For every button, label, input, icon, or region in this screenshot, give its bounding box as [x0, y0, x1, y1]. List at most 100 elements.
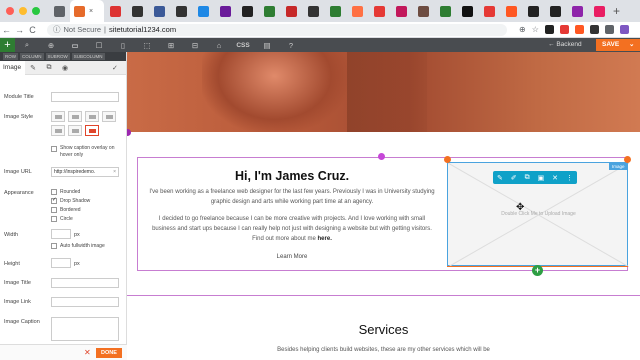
- desktop-view-icon[interactable]: ▭: [63, 41, 87, 50]
- search-icon[interactable]: ⌕: [15, 40, 39, 50]
- circle-checkbox[interactable]: [51, 216, 57, 222]
- style-option-3[interactable]: [85, 111, 99, 122]
- browser-tab[interactable]: [588, 0, 610, 22]
- module-title-input[interactable]: [51, 92, 119, 102]
- rounded-checkbox[interactable]: [51, 189, 57, 195]
- browser-tab[interactable]: [324, 0, 346, 22]
- breadcrumb-subcolumn[interactable]: SUBCOLUMN: [71, 53, 105, 60]
- edit-icon[interactable]: ✎: [497, 174, 503, 182]
- zoom-icon[interactable]: ⊕: [519, 25, 526, 34]
- browser-tab[interactable]: [500, 0, 522, 22]
- copy-icon[interactable]: ⧉: [41, 64, 57, 72]
- browser-tab[interactable]: [544, 0, 566, 22]
- auto-fullwidth-checkbox[interactable]: [51, 243, 57, 249]
- zoom-icon[interactable]: ⊕: [39, 41, 63, 50]
- browser-tab[interactable]: [302, 0, 324, 22]
- style-option-5[interactable]: [51, 125, 65, 136]
- reload-icon[interactable]: C: [26, 25, 39, 35]
- delete-icon[interactable]: ✕: [552, 174, 558, 182]
- browser-tab[interactable]: [434, 0, 456, 22]
- browser-tab[interactable]: [192, 0, 214, 22]
- info-icon[interactable]: ⓘ: [53, 24, 61, 35]
- width-input[interactable]: [51, 229, 71, 239]
- save-icon[interactable]: ▣: [538, 174, 545, 182]
- help-icon[interactable]: ?: [279, 41, 303, 50]
- resize-handle-left[interactable]: [444, 156, 451, 163]
- browser-tab[interactable]: [346, 0, 368, 22]
- bordered-checkbox[interactable]: [51, 207, 57, 213]
- browser-tab[interactable]: [214, 0, 236, 22]
- tab-image[interactable]: Image: [0, 60, 25, 75]
- browser-tab[interactable]: [566, 0, 588, 22]
- maximize-window-button[interactable]: [32, 7, 40, 15]
- tablet-view-icon[interactable]: ☐: [87, 41, 111, 50]
- browser-tab[interactable]: [48, 0, 70, 22]
- close-window-button[interactable]: [6, 7, 14, 15]
- css-button[interactable]: CSS: [231, 42, 255, 49]
- image-url-input[interactable]: http://inspiredemo. ×: [51, 167, 119, 177]
- done-button[interactable]: DONE: [96, 348, 122, 358]
- duplicate-icon[interactable]: ⌂: [207, 41, 231, 50]
- extension-icon[interactable]: [574, 25, 584, 34]
- brush-icon[interactable]: ✐: [511, 174, 517, 182]
- learn-more-link[interactable]: Learn More: [137, 254, 447, 260]
- browser-tab[interactable]: [412, 0, 434, 22]
- mobile-view-icon[interactable]: ▯: [111, 41, 135, 50]
- add-module-button[interactable]: +: [0, 38, 15, 52]
- bookmark-star-icon[interactable]: ☆: [532, 25, 539, 34]
- browser-tab[interactable]: [280, 0, 302, 22]
- browser-tab[interactable]: [390, 0, 412, 22]
- chevron-down-icon[interactable]: ⌄: [629, 41, 634, 48]
- browser-tab[interactable]: [368, 0, 390, 22]
- style-option-4[interactable]: [102, 111, 116, 122]
- add-module-below-button[interactable]: +: [532, 265, 543, 276]
- extension-icon[interactable]: [619, 25, 629, 34]
- layout-icon[interactable]: ⬚: [135, 41, 159, 50]
- forward-icon[interactable]: →: [13, 25, 26, 35]
- show-caption-checkbox[interactable]: [51, 146, 57, 152]
- eye-icon[interactable]: ◉: [57, 64, 73, 72]
- image-link-input[interactable]: [51, 297, 119, 307]
- extension-icon[interactable]: [604, 25, 614, 34]
- browser-tab[interactable]: [478, 0, 500, 22]
- url-field[interactable]: ⓘ Not Secure | sitetutorial1234.com: [47, 23, 507, 36]
- breadcrumb-subrow[interactable]: SUBROW: [45, 53, 70, 60]
- drop-shadow-checkbox[interactable]: [51, 197, 57, 204]
- browser-tab[interactable]: [456, 0, 478, 22]
- extension-icon[interactable]: [544, 25, 554, 34]
- image-caption-textarea[interactable]: [51, 317, 119, 341]
- browser-tab[interactable]: [236, 0, 258, 22]
- style-option-1[interactable]: [51, 111, 65, 122]
- browser-tab[interactable]: [258, 0, 280, 22]
- close-tab-icon[interactable]: ×: [89, 8, 93, 15]
- height-input[interactable]: [51, 258, 71, 268]
- duplicate-icon[interactable]: ⧉: [525, 174, 530, 182]
- resize-handle-right[interactable]: [624, 156, 631, 163]
- browser-tab[interactable]: [170, 0, 192, 22]
- export-icon[interactable]: ⊟: [183, 41, 207, 50]
- style-option-2[interactable]: [68, 111, 82, 122]
- browser-tab[interactable]: [148, 0, 170, 22]
- brush-icon[interactable]: ✎: [25, 64, 41, 72]
- breadcrumb-column[interactable]: COLUMN: [20, 53, 44, 60]
- new-tab-button[interactable]: +: [610, 4, 620, 18]
- check-icon[interactable]: ✓: [112, 64, 126, 72]
- browser-tab[interactable]: [522, 0, 544, 22]
- style-option-7-selected[interactable]: [85, 125, 99, 136]
- backend-link[interactable]: ← Backend: [548, 38, 582, 52]
- style-option-6[interactable]: [68, 125, 82, 136]
- extension-icon[interactable]: [589, 25, 599, 34]
- import-icon[interactable]: ⊞: [159, 41, 183, 50]
- browser-tab[interactable]: [126, 0, 148, 22]
- browser-tab[interactable]: [104, 0, 126, 22]
- more-icon[interactable]: ⋮: [566, 174, 573, 182]
- extension-icon[interactable]: [559, 25, 569, 34]
- about-link[interactable]: here.: [318, 236, 332, 242]
- save-button[interactable]: SAVE ⌄: [596, 39, 640, 51]
- tab-active[interactable]: ×: [70, 0, 104, 22]
- minimize-window-button[interactable]: [19, 7, 27, 15]
- close-icon[interactable]: ✕: [84, 348, 91, 358]
- layers-icon[interactable]: ▤: [255, 41, 279, 50]
- image-title-input[interactable]: [51, 278, 119, 288]
- back-icon[interactable]: ←: [0, 25, 13, 35]
